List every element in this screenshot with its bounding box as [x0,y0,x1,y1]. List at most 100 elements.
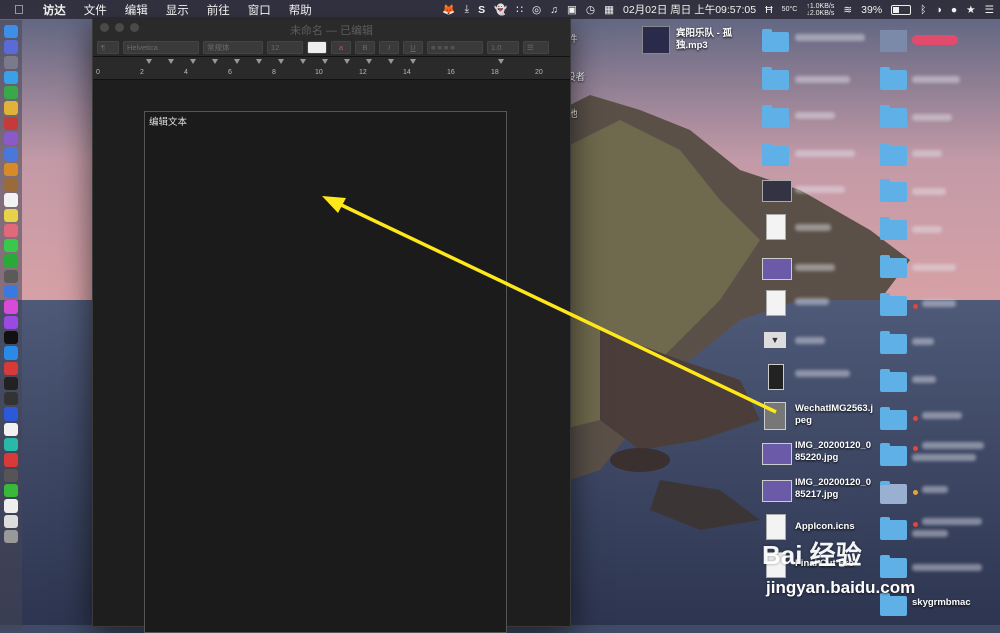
text-color-well[interactable] [307,40,327,54]
itunes-icon[interactable] [4,300,18,314]
desktop-folder[interactable] [880,67,907,90]
wifi-icon[interactable]: ≋ [843,4,852,16]
menu-finder[interactable]: 访达 [34,2,75,18]
user-icon[interactable]: ● [951,4,957,16]
vpn-icon[interactable] [4,407,18,421]
calendar-icon[interactable]: ▦ [604,4,614,16]
download-icon[interactable]: ⤓ [465,3,470,16]
desktop-folder[interactable] [880,255,907,278]
wechat-icon[interactable] [4,483,18,498]
desktop-folder[interactable] [880,30,907,52]
file-label-img2[interactable]: IMG_20200120_085217.jpg [795,477,875,501]
desktop-folder[interactable] [762,105,789,128]
line-spacing-select[interactable]: 1.0 [487,40,519,54]
desktop-folder[interactable] [880,555,907,578]
document-text[interactable]: 编辑文本 [149,114,187,128]
list-style-select[interactable]: ☰ [523,40,549,54]
indent-marker[interactable] [146,59,152,64]
globe-icon[interactable]: ◎ [532,4,541,16]
appstore-icon[interactable] [4,346,18,360]
file-label-img1[interactable]: IMG_20200120_085220.jpg [795,440,875,464]
bluetooth-icon[interactable]: ᛒ [920,4,926,16]
document-page[interactable]: 编辑文本 [144,111,507,633]
desktop-folder[interactable] [762,67,789,90]
menu-view[interactable]: 显示 [157,2,198,18]
star-icon[interactable]: ★ [966,4,975,16]
camera-icon[interactable] [4,269,18,284]
menu-help[interactable]: 帮助 [280,2,321,18]
messages-icon[interactable] [4,239,18,253]
siri-icon[interactable] [4,40,18,54]
wechat-image-icon[interactable] [764,402,786,430]
music-file-icon[interactable] [642,26,670,54]
disk-image-icon[interactable]: ▼ [764,332,786,348]
fox-icon[interactable]: 🦊 [442,3,455,16]
file-icon[interactable] [4,514,18,528]
trash-icon[interactable] [4,529,18,544]
desktop-folder[interactable] [880,217,907,240]
tab-stop[interactable] [410,59,416,64]
app-teal-icon[interactable] [4,438,18,452]
highlight-color-well[interactable]: a [331,40,351,54]
file-label-appicon[interactable]: AppIcon.icns [795,521,855,533]
launchpad-icon[interactable] [4,55,18,69]
menu-go[interactable]: 前往 [198,2,239,18]
image-file-icon[interactable] [762,258,792,280]
font-style-select[interactable]: 常规体 [203,40,263,54]
file-label-skygrmbmac[interactable]: skygrmbmac [912,597,971,609]
chat-icon[interactable]: ▣ [567,4,577,16]
desktop-folder[interactable] [880,179,907,202]
podcasts-icon[interactable] [4,315,18,329]
document-file-icon[interactable] [766,290,786,316]
vivaldi-icon[interactable] [4,361,18,375]
yandex-icon[interactable] [4,422,18,437]
list-icon[interactable]: ☰ [985,4,994,16]
datetime-text[interactable]: 02月02日 周日 上午09:57:05 [623,2,756,17]
title-bar[interactable]: 未命名 — 已编辑 [93,18,570,38]
font-size-select[interactable]: 12 [267,40,303,54]
switch-icon[interactable]: ◑ [935,4,941,16]
tab-stop[interactable] [388,59,394,64]
monitor-icon[interactable] [4,392,18,406]
file-label-wechat[interactable]: WechatIMG2563.jpeg [795,403,875,427]
clock-icon[interactable]: ◷ [586,4,595,16]
desktop-folder[interactable] [880,593,907,616]
desktop-folder[interactable] [880,517,907,540]
app-orange-icon[interactable] [4,162,18,176]
app-h-icon[interactable]: Ħ [765,4,773,16]
tab-stop[interactable] [190,59,196,64]
image-file-icon[interactable] [762,443,792,465]
desktop-folder[interactable] [880,105,907,128]
music-icon[interactable]: ♫ [550,4,558,16]
desktop-folder[interactable] [880,143,907,166]
battery-text[interactable]: 39% [861,4,882,16]
tab-stop[interactable] [212,59,218,64]
music-file-label[interactable]: 宾阳乐队 - 孤独.mp3 [676,28,748,52]
menu-edit[interactable]: 编辑 [116,2,157,18]
app-red-icon[interactable] [4,116,18,131]
finder-icon[interactable] [4,25,18,39]
battery-icon[interactable] [891,4,912,15]
paragraph-style-menu[interactable]: ¶ [97,40,119,54]
menu-file[interactable]: 文件 [75,2,116,18]
keynote-icon[interactable] [4,285,18,299]
tab-stop[interactable] [322,59,328,64]
app-green-icon[interactable] [4,86,18,100]
phone-image-icon[interactable] [768,364,784,390]
tab-stop[interactable] [300,59,306,64]
tab-stop[interactable] [344,59,350,64]
finalcut-icon[interactable] [4,468,18,482]
font-family-select[interactable]: Helvetica [123,40,199,54]
desktop-folder[interactable] [880,331,907,354]
desktop-folder[interactable] [762,29,789,52]
tab-stop[interactable] [366,59,372,64]
tab-stop[interactable] [278,59,284,64]
desktop-folder[interactable] [880,481,907,504]
app-blue-icon[interactable] [4,147,18,161]
italic-button[interactable]: I [379,40,399,54]
video-file-icon[interactable] [762,180,792,202]
app-purple-icon[interactable] [4,132,18,146]
photos-icon[interactable] [4,223,18,238]
desktop-folder[interactable] [880,407,907,430]
bold-button[interactable]: B [355,40,375,54]
